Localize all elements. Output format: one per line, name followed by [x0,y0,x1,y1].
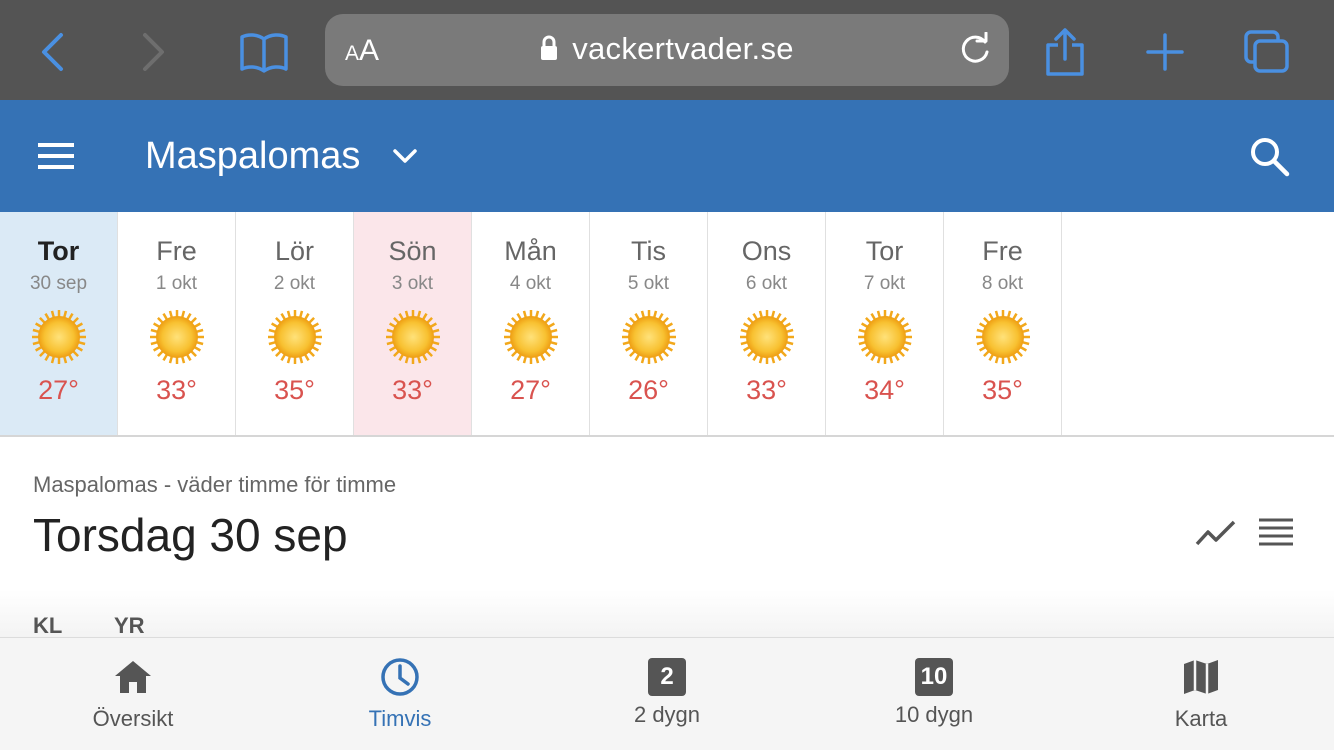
tabs-icon [1244,30,1289,73]
page-title: Torsdag 30 sep [33,509,348,561]
bookmarks-button[interactable] [234,22,294,82]
sun-icon [267,310,322,364]
tabs-button[interactable] [1237,22,1297,82]
sun-icon [31,310,86,364]
day-date: 2 okt [273,273,316,294]
day-temperature: 26° [628,375,669,405]
share-icon [1046,28,1084,76]
address-bar[interactable]: AA vackertvader.se [325,14,1009,86]
day-date: 7 okt [863,273,906,294]
day-name: Mån [504,236,557,266]
sun-icon [149,310,204,364]
column-header-time: KL [33,613,63,638]
day-date: 5 okt [627,273,670,294]
day-temperature: 33° [156,375,197,405]
day-name: Fre [982,236,1023,266]
sun-icon [503,310,558,364]
sun-icon [975,310,1030,364]
clock-icon [381,658,419,696]
nav-label-hourly: Timvis [368,706,432,731]
nav-item-hourly[interactable]: Timvis [267,638,533,750]
chevron-left-icon [42,33,63,71]
day-name: Tor [865,236,904,266]
nav-item-overview[interactable]: Översikt [0,638,266,750]
day-date: 3 okt [391,273,434,294]
day-date: 1 okt [155,273,198,294]
bottom-navigation: Översikt Timvis 2 2 dygn 10 10 dygn Kart… [0,637,1334,750]
day-temperature: 35° [982,375,1023,405]
plus-icon [1146,33,1184,71]
day-tab[interactable]: Fre 8 okt 35° [944,212,1062,435]
back-button[interactable] [22,22,82,82]
day-tab[interactable]: Fre 1 okt 33° [118,212,236,435]
sun-icon [385,310,440,364]
nav-item-ten-days[interactable]: 10 10 dygn [801,638,1067,750]
nav-label-map: Karta [1174,706,1228,731]
chart-view-button[interactable] [1194,514,1238,554]
day-name: Fre [156,236,197,266]
ten-days-badge-icon: 10 [915,658,953,696]
sun-icon [621,310,676,364]
map-icon [1184,660,1218,694]
day-tab[interactable]: Tor 30 sep 27° [0,212,118,435]
url-display: vackertvader.se [325,31,1009,67]
url-text: vackertvader.se [572,31,794,66]
day-tab[interactable]: Tor 7 okt 34° [826,212,944,435]
nav-label-ten-days: 10 dygn [894,702,974,727]
app-header: Maspalomas [0,100,1334,212]
list-view-button[interactable] [1256,514,1296,554]
browser-toolbar: AA vackertvader.se [0,0,1334,100]
day-date: 6 okt [745,273,788,294]
day-temperature: 35° [274,375,315,405]
nav-label-two-days: 2 dygn [633,702,701,727]
reload-button[interactable] [957,31,993,73]
column-header-yr: YR [114,613,145,638]
chevron-right-icon [143,33,164,71]
day-name: Ons [741,236,792,266]
day-temperature: 33° [392,375,433,405]
share-button[interactable] [1035,22,1095,82]
nav-item-map[interactable]: Karta [1068,638,1334,750]
two-days-badge-icon: 2 [648,658,686,696]
home-icon [115,661,151,693]
search-icon [1251,138,1290,177]
list-fade [0,590,1334,638]
day-tab[interactable]: Lör 2 okt 35° [236,212,354,435]
day-temperature: 27° [510,375,551,405]
page-subtitle: Maspalomas - väder timme för timme [33,472,397,497]
day-tab[interactable]: Mån 4 okt 27° [472,212,590,435]
sun-icon [857,310,912,364]
day-tab[interactable]: Sön 3 okt 33° [354,212,472,435]
nav-label-overview: Översikt [92,706,174,731]
day-tab[interactable]: Ons 6 okt 33° [708,212,826,435]
city-selector[interactable]: Maspalomas [145,131,418,181]
day-name: Tis [631,236,666,266]
day-tab[interactable]: Tis 5 okt 26° [590,212,708,435]
reload-icon [961,31,989,63]
day-date: 30 sep [29,273,88,294]
forward-button[interactable] [124,22,184,82]
day-strip: Tor 30 sep 27° Fre 1 okt 33° Lör 2 okt 35° Sön 3 o… [0,212,1334,437]
search-button[interactable] [1245,132,1295,182]
day-date: 8 okt [981,273,1024,294]
day-temperature: 33° [746,375,787,405]
city-name: Maspalomas [145,134,361,177]
sun-icon [739,310,794,364]
nav-item-two-days[interactable]: 2 2 dygn [534,638,800,750]
chevron-down-icon [393,149,418,163]
day-date: 4 okt [509,273,552,294]
list-icon [1259,518,1293,546]
menu-button[interactable] [34,134,78,178]
hamburger-icon [38,143,74,169]
day-name: Tor [37,236,80,266]
day-temperature: 34° [864,375,905,405]
trend-line-icon [1195,520,1236,546]
day-name: Sön [388,236,437,266]
lock-icon [541,35,558,60]
day-name: Lör [274,236,315,266]
day-temperature: 27° [38,375,79,405]
new-tab-button[interactable] [1135,22,1195,82]
book-icon [240,33,288,73]
